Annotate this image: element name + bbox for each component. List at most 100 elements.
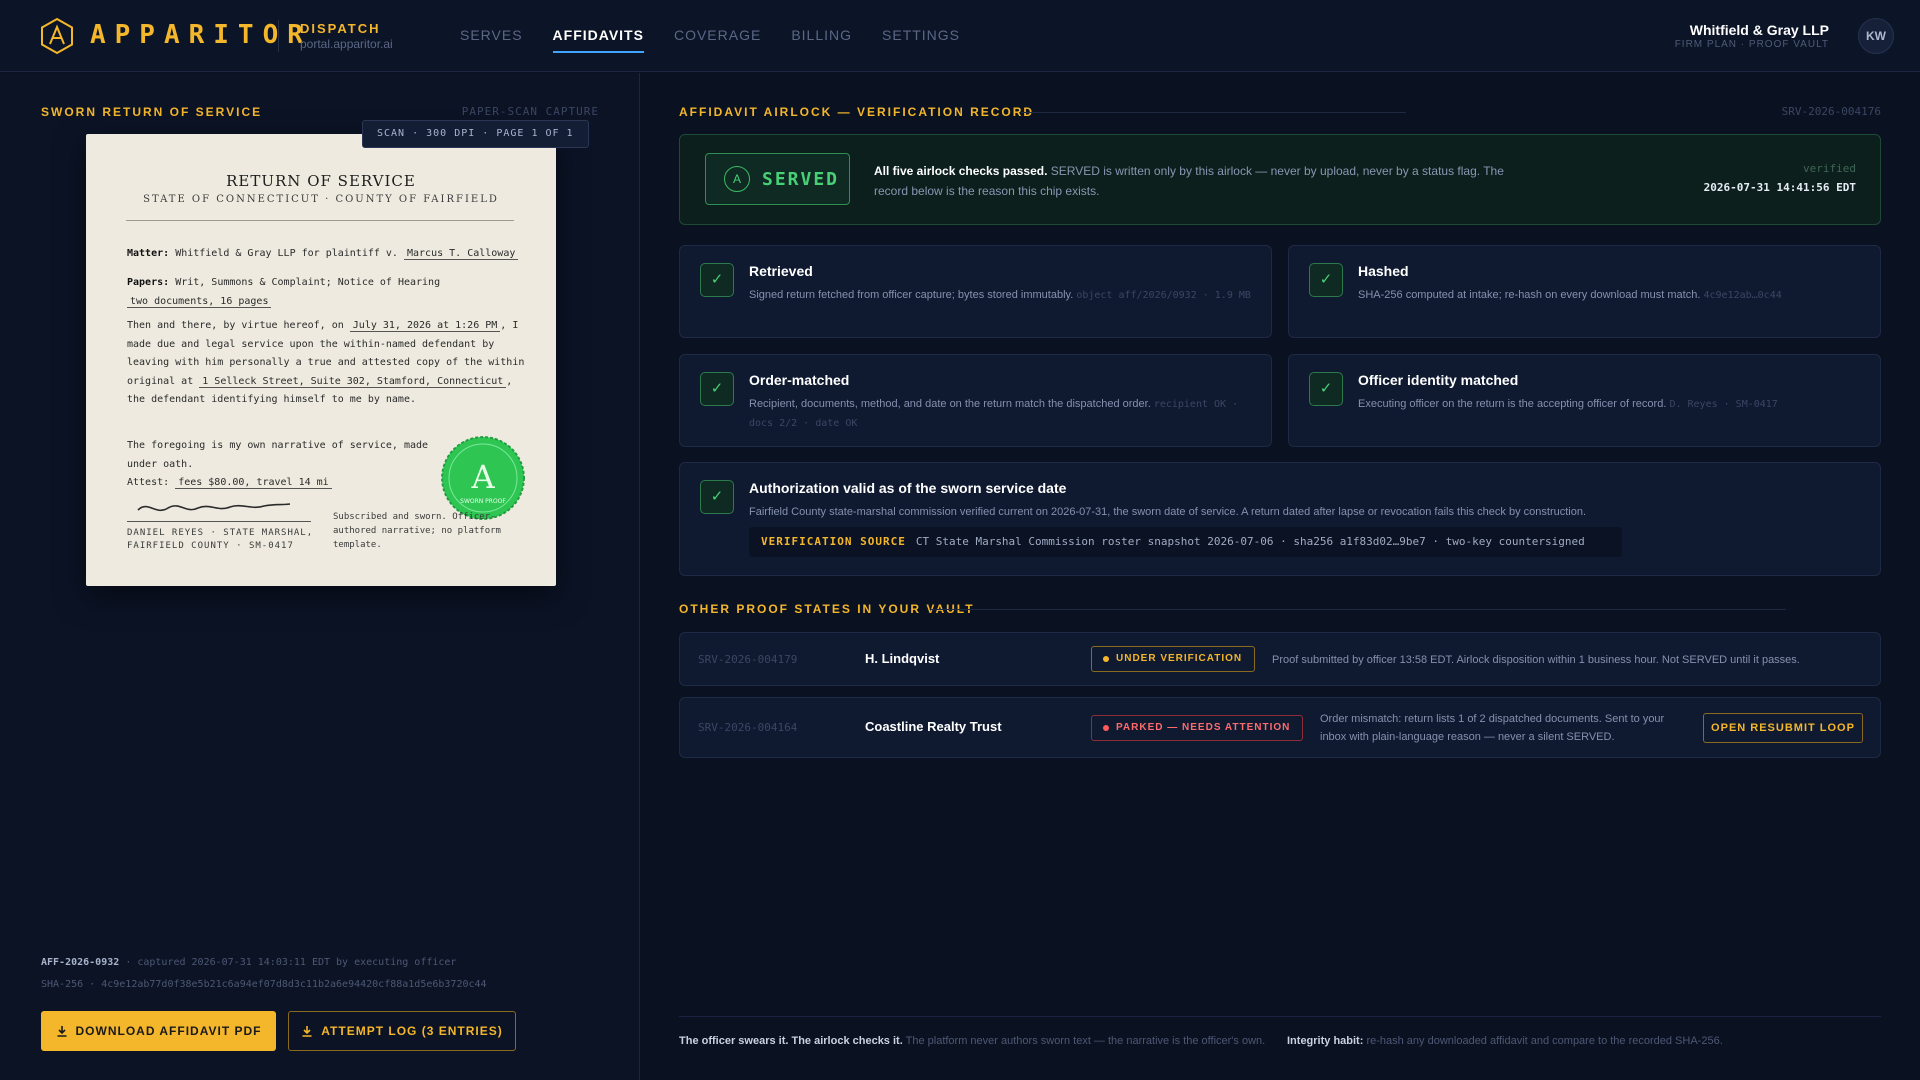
served-chip-logo-icon: A — [724, 166, 750, 192]
matter-label: Matter: — [127, 248, 170, 259]
sha-label: SHA-256 — [41, 979, 84, 990]
firm-plan: FIRM PLAN · PROOF VAULT — [1674, 39, 1829, 50]
sworn-return-title: SWORN RETURN OF SERVICE — [41, 105, 263, 119]
status-badge: PARKED — NEEDS ATTENTION — [1091, 715, 1304, 741]
check-desc-text: Recipient, documents, method, and date o… — [749, 398, 1151, 410]
check-authorization: ✓ Authorization valid as of the sworn se… — [679, 462, 1881, 576]
affidavit-capture-meta: AFF-2026-0932 · captured 2026-07-31 14:0… — [41, 957, 456, 968]
nav-coverage[interactable]: COVERAGE — [674, 0, 761, 72]
officer-line-2: FAIRFIELD COUNTY · SM-0417 — [127, 541, 294, 551]
vault-row-coastline[interactable]: SRV-2026-004164 Coastline Realty Trust P… — [679, 697, 1881, 758]
open-resubmit-button[interactable]: OPEN RESUBMIT LOOP — [1703, 713, 1863, 743]
document-subtitle: STATE OF CONNECTICUT · COUNTY OF FAIRFIE… — [143, 194, 499, 205]
document-rule — [126, 220, 514, 221]
top-bar: APPARITOR DISPATCH portal.apparitor.ai S… — [0, 0, 1920, 72]
auth-description: Fairfield County state-marshal commissio… — [749, 506, 1587, 518]
nav-serves[interactable]: SERVES — [460, 0, 523, 72]
serve-id: SRV-2026-004176 — [1781, 105, 1881, 118]
verified-label: verified — [1803, 162, 1856, 175]
foregoing-line: The foregoing is my own narrative of ser… — [127, 437, 457, 493]
vault-row-name: H. Lindqvist — [865, 651, 940, 666]
check-description: Recipient, documents, method, and date o… — [749, 395, 1254, 433]
avatar[interactable]: KW — [1858, 18, 1894, 54]
foregoing-text: The foregoing is my own narrative of ser… — [127, 440, 429, 470]
footer-rule — [679, 1016, 1881, 1017]
officer-line-1: DANIEL REYES · STATE MARSHAL, — [127, 528, 314, 538]
papers-label: Papers: — [127, 277, 170, 288]
check-retrieved: ✓ Retrieved Signed return fetched from o… — [679, 245, 1272, 338]
product-label: DISPATCH — [300, 21, 381, 36]
check-meta: D. Reyes · SM-0417 — [1669, 399, 1778, 410]
sworn-note: Subscribed and sworn. Officer-authored n… — [333, 512, 501, 550]
footer-b-text: re-hash any downloaded affidavit and com… — [1366, 1035, 1723, 1047]
service-address: 1 Selleck Street, Suite 302, Stamford, C… — [199, 375, 507, 388]
defendant-name: Marcus T. Calloway — [403, 248, 519, 260]
check-desc-text: Signed return fetched from officer captu… — [749, 289, 1074, 301]
footer-a-bold: The officer swears it. The airlock check… — [679, 1035, 903, 1047]
vault-row-desc: Proof submitted by officer 13:58 EDT. Ai… — [1272, 654, 1800, 666]
vault-row-desc: Order mismatch: return lists 1 of 2 disp… — [1320, 713, 1665, 743]
check-icon: ✓ — [1309, 263, 1343, 297]
nav-billing[interactable]: BILLING — [791, 0, 852, 72]
sworn-proof-seal: A SWORN PROOF — [441, 436, 525, 520]
download-affidavit-button[interactable]: DOWNLOAD AFFIDAVIT PDF — [41, 1011, 276, 1051]
verification-source: VERIFICATION SOURCE CT State Marshal Comm… — [749, 527, 1622, 557]
check-order-matched: ✓ Order-matched Recipient, documents, me… — [679, 354, 1272, 447]
captured-text: · captured 2026-07-31 14:03:11 EDT by ex… — [125, 957, 457, 968]
check-description: Executing officer on the return is the a… — [1358, 395, 1863, 414]
seal-letter: A — [470, 458, 495, 496]
attest-label: Attest: — [127, 477, 170, 488]
check-description: Signed return fetched from officer captu… — [749, 286, 1254, 305]
download-button-label: DOWNLOAD AFFIDAVIT PDF — [75, 1024, 262, 1038]
document-title: RETURN OF SERVICE — [226, 172, 416, 190]
footer-a-text: The platform never authors sworn text — … — [905, 1035, 1266, 1047]
check-title: Order-matched — [749, 372, 850, 388]
main-nav: SERVES AFFIDAVITS COVERAGE BILLING SETTI… — [460, 0, 990, 72]
header-divider — [278, 20, 279, 52]
served-chip-label: SERVED — [762, 168, 840, 190]
check-icon: ✓ — [700, 372, 734, 406]
check-icon: ✓ — [700, 480, 734, 514]
status-badge: UNDER VERIFICATION — [1091, 646, 1256, 672]
footer-note-airlock: The officer swears it. The airlock check… — [679, 1035, 1265, 1047]
check-hashed: ✓ Hashed SHA-256 computed at intake; re-… — [1288, 245, 1881, 338]
check-officer-identity: ✓ Officer identity matched Executing off… — [1288, 354, 1881, 447]
apparitor-logo-icon[interactable] — [38, 17, 76, 55]
vault-row-name: Coastline Realty Trust — [865, 719, 1002, 734]
papers-text: Writ, Summons & Complaint; Notice of Hea… — [175, 277, 441, 288]
footer-b-bold: Integrity habit: — [1287, 1035, 1364, 1047]
matter-text: Whitfield & Gray LLP for plaintiff v. — [175, 248, 398, 259]
download-icon — [302, 1026, 312, 1037]
officer-signature — [137, 503, 291, 512]
check-title: Officer identity matched — [1358, 372, 1519, 388]
check-desc-text: Executing officer on the return is the a… — [1358, 398, 1667, 410]
nav-affidavits[interactable]: AFFIDAVITS — [552, 0, 645, 72]
signature-line — [127, 521, 311, 522]
check-description: SHA-256 computed at intake; re-hash on e… — [1358, 286, 1863, 305]
check-title: Hashed — [1358, 263, 1409, 279]
served-banner: A SERVED All five airlock checks passed.… — [679, 134, 1881, 225]
attempt-log-button[interactable]: ATTEMPT LOG (3 ENTRIES) — [288, 1011, 516, 1051]
download-icon — [57, 1026, 66, 1037]
served-chip: A SERVED — [705, 153, 850, 205]
fees-text: fees $80.00, travel 14 mi — [175, 477, 332, 489]
portal-url: portal.apparitor.ai — [300, 37, 393, 51]
served-explanation: All five airlock checks passed. SERVED i… — [874, 161, 1514, 201]
verification-panel: AFFIDAVIT AIRLOCK — VERIFICATION RECORD … — [641, 73, 1920, 1080]
affidavit-id: AFF-2026-0932 — [41, 957, 120, 968]
papers-line: Papers: Writ, Summons & Complaint; Notic… — [127, 274, 527, 311]
served-bold: All five airlock checks passed. — [874, 164, 1048, 178]
affidavit-scan: RETURN OF SERVICE STATE OF CONNECTICUT ·… — [86, 134, 556, 586]
check-desc-text: SHA-256 computed at intake; re-hash on e… — [1358, 289, 1701, 301]
affidavit-panel: SWORN RETURN OF SERVICE PAPER-SCAN CAPTU… — [0, 73, 640, 1080]
vault-row-id: SRV-2026-004164 — [698, 721, 798, 734]
verification-source-label: VERIFICATION SOURCE — [761, 535, 906, 548]
vault-row-lindqvist[interactable]: SRV-2026-004179 H. Lindqvist UNDER VERIF… — [679, 632, 1881, 686]
vault-title-rule — [931, 609, 1786, 610]
check-meta: object aff/2026/0932 · 1.9 MB — [1076, 290, 1251, 301]
affidavit-hash-meta: SHA-256 · 4c9e12ab77d0f38e5b21c6a94ef07d… — [41, 979, 487, 990]
nav-settings[interactable]: SETTINGS — [882, 0, 960, 72]
service-datetime: July 31, 2026 at 1:26 PM — [349, 320, 501, 332]
airlock-title-rule — [1021, 112, 1406, 113]
check-icon: ✓ — [700, 263, 734, 297]
